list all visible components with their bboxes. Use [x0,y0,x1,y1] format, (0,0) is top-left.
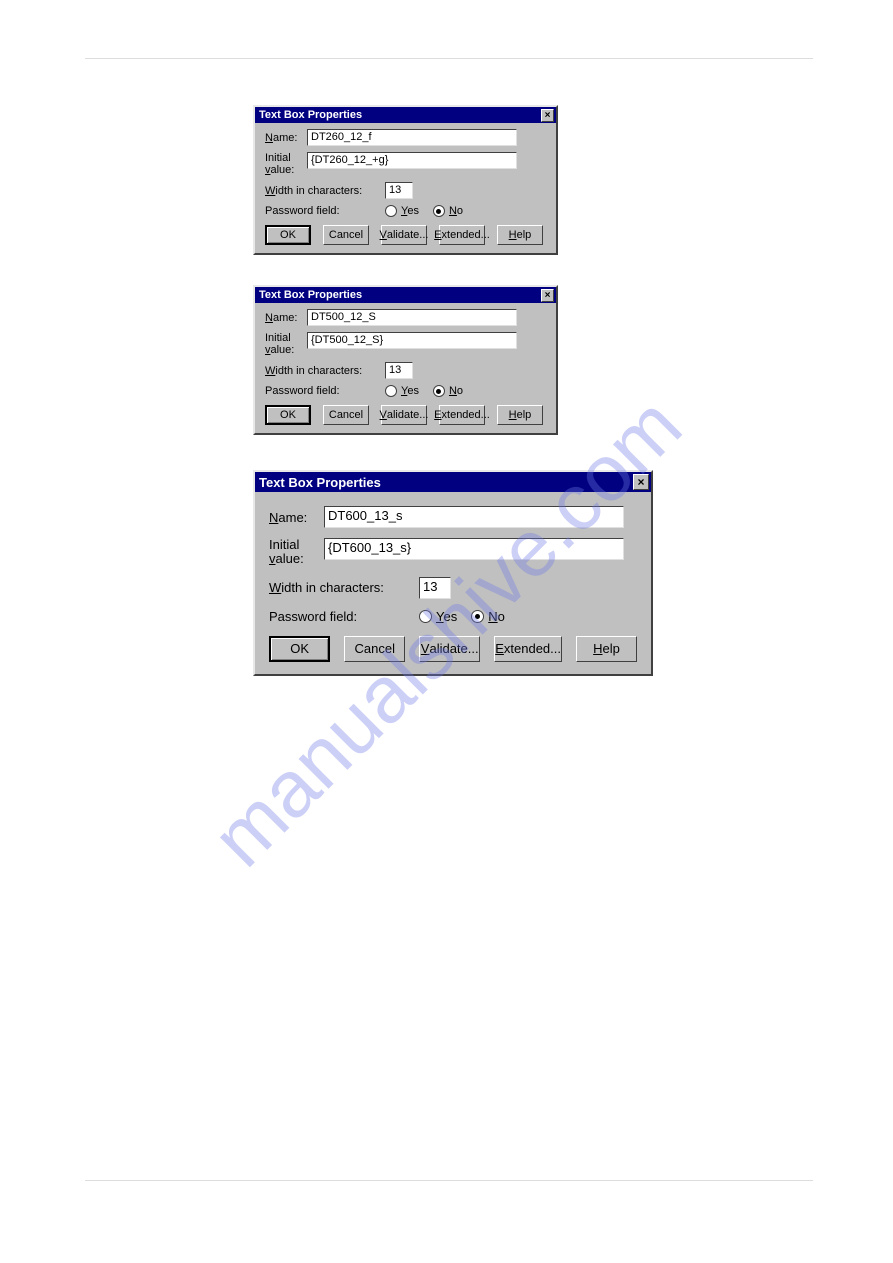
page-top-divider [85,58,813,59]
width-field[interactable]: 13 [385,362,413,379]
password-field-label: Password field: [265,385,385,397]
extended-button[interactable]: Extended... [494,636,562,662]
initial-value-field[interactable]: {DT260_12_+g} [307,152,517,169]
password-yes-radio[interactable]: Yes [419,609,457,624]
name-label: Name: [265,132,307,144]
validate-button[interactable]: Validate... [419,636,480,662]
help-button[interactable]: Help [497,405,543,425]
textbox-properties-dialog: Text Box Properties × Name: DT260_12_f I… [253,105,558,255]
width-field[interactable]: 13 [419,577,451,599]
width-label: Width in characters: [269,580,419,595]
radio-label: No [488,609,505,624]
name-field[interactable]: DT600_13_s [324,506,624,528]
width-label: Width in characters: [265,365,385,377]
titlebar[interactable]: Text Box Properties × [255,107,556,123]
page-bottom-divider [85,1180,813,1181]
password-no-radio[interactable]: No [433,205,463,217]
radio-label: Yes [436,609,457,624]
ok-button[interactable]: OK [265,225,311,245]
help-button[interactable]: Help [576,636,637,662]
name-label: Name: [265,312,307,324]
initial-value-label: Initial value: [265,332,307,356]
cancel-button[interactable]: Cancel [323,405,369,425]
textbox-properties-dialog: Text Box Properties × Name: DT600_13_s I… [253,470,653,676]
initial-value-label: Initial value: [269,538,324,567]
initial-value-label: Initial value: [265,152,307,176]
name-label: Name: [269,510,324,525]
dialog-title: Text Box Properties [255,475,381,490]
extended-button[interactable]: Extended... [439,225,485,245]
name-field[interactable]: DT260_12_f [307,129,517,146]
extended-button[interactable]: Extended... [439,405,485,425]
password-field-label: Password field: [269,609,419,624]
validate-button[interactable]: Validate... [381,225,427,245]
ok-button[interactable]: OK [269,636,330,662]
dialog-title: Text Box Properties [255,289,362,301]
password-yes-radio[interactable]: Yes [385,385,419,397]
radio-label: Yes [401,385,419,397]
radio-label: No [449,385,463,397]
titlebar[interactable]: Text Box Properties × [255,287,556,303]
dialog-title: Text Box Properties [255,109,362,121]
close-icon[interactable]: × [541,109,554,122]
password-yes-radio[interactable]: Yes [385,205,419,217]
close-icon[interactable]: × [541,289,554,302]
cancel-button[interactable]: Cancel [344,636,405,662]
name-field[interactable]: DT500_12_S [307,309,517,326]
radio-label: Yes [401,205,419,217]
password-no-radio[interactable]: No [433,385,463,397]
width-label: Width in characters: [265,185,385,197]
width-field[interactable]: 13 [385,182,413,199]
password-field-label: Password field: [265,205,385,217]
validate-button[interactable]: Validate... [381,405,427,425]
radio-label: No [449,205,463,217]
password-no-radio[interactable]: No [471,609,505,624]
initial-value-field[interactable]: {DT600_13_s} [324,538,624,560]
help-button[interactable]: Help [497,225,543,245]
titlebar[interactable]: Text Box Properties × [255,472,651,492]
cancel-button[interactable]: Cancel [323,225,369,245]
initial-value-field[interactable]: {DT500_12_S} [307,332,517,349]
textbox-properties-dialog: Text Box Properties × Name: DT500_12_S I… [253,285,558,435]
ok-button[interactable]: OK [265,405,311,425]
close-icon[interactable]: × [633,474,649,490]
